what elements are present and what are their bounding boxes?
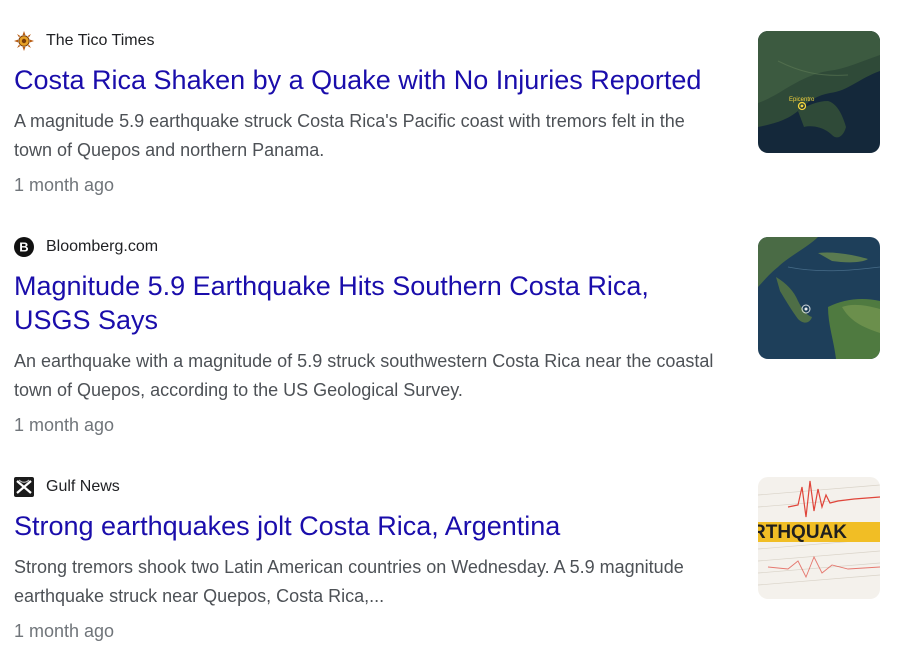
headline-link[interactable]: Costa Rica Shaken by a Quake with No Inj… (14, 63, 724, 97)
headline-link[interactable]: Magnitude 5.9 Earthquake Hits Southern C… (14, 269, 724, 337)
news-result-2[interactable]: B Bloomberg.com Magnitude 5.9 Earthquake… (14, 237, 880, 437)
thumbnail-map-image[interactable]: Epicentro (758, 31, 880, 153)
headline-link[interactable]: Strong earthquakes jolt Costa Rica, Arge… (14, 509, 724, 543)
source-name: Bloomberg.com (46, 238, 159, 255)
thumbnail-satellite-map-image[interactable] (758, 237, 880, 359)
timestamp: 1 month ago (14, 415, 115, 435)
snippet: An earthquake with a magnitude of 5.9 st… (14, 351, 714, 400)
thumbnail-map-label: Epicentro (789, 97, 815, 103)
source-name: The Tico Times (46, 32, 155, 49)
bloomberg-b-icon: B (14, 237, 34, 257)
timestamp: 1 month ago (14, 621, 115, 641)
source-row: B Bloomberg.com (14, 237, 880, 257)
timestamp: 1 month ago (14, 175, 115, 195)
snippet: Strong tremors shook two Latin American … (14, 557, 684, 606)
source-row: The Tico Times (14, 31, 880, 51)
source-name: Gulf News (46, 478, 120, 495)
thumbnail-seismograph-image[interactable]: RTHQUAK (758, 477, 880, 599)
sun-icon (14, 31, 34, 51)
news-results-list: The Tico Times Costa Rica Shaken by a Qu… (0, 0, 906, 672)
source-row: Gulf News (14, 477, 880, 497)
gulf-news-logo-icon (14, 477, 34, 497)
snippet: A magnitude 5.9 earthquake struck Costa … (14, 111, 685, 160)
thumbnail-banner-text: RTHQUAK (758, 522, 847, 543)
news-result-3[interactable]: Gulf News Strong earthquakes jolt Costa … (14, 477, 880, 643)
svg-text:B: B (19, 240, 28, 255)
news-result-1[interactable]: The Tico Times Costa Rica Shaken by a Qu… (14, 31, 880, 197)
